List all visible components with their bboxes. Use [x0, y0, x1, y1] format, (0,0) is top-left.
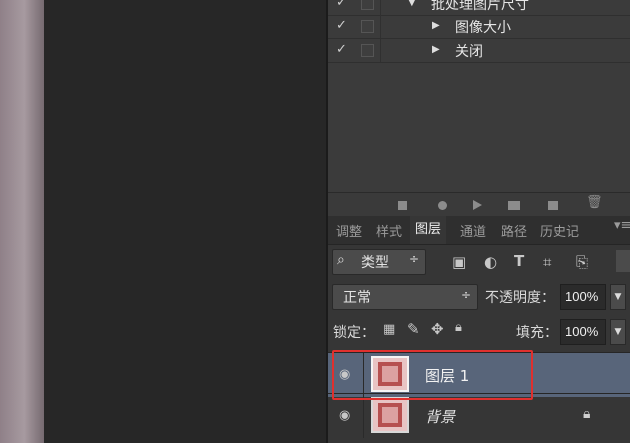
lock-label: 锁定：	[333, 325, 375, 341]
record-icon[interactable]	[438, 201, 447, 210]
trash-icon[interactable]: 🗑	[586, 195, 603, 210]
filter-kind-value: 类型	[361, 255, 389, 271]
action-row-close[interactable]: ✓ ▶ 关闭	[328, 39, 630, 63]
lock-all-icon[interactable]: 🔒︎	[455, 320, 462, 335]
actions-toolbar: 🗑	[328, 192, 630, 217]
tab-paths[interactable]: 路径	[501, 221, 527, 240]
action-step-label: 图像大小	[455, 20, 511, 36]
filter-type-icon[interactable]: T	[514, 252, 524, 270]
layers-panel: 调整 样式 图层 通道 路径 历史记 ▾≡ ⌕ 类型 ÷ ▣ ◐ T ⌗ ⎘ 正…	[328, 216, 630, 443]
filter-kind-select[interactable]: ⌕ 类型 ÷	[332, 249, 426, 275]
filter-toggle-switch[interactable]	[616, 250, 630, 272]
action-step-label: 关闭	[455, 44, 483, 60]
filter-adjustment-icon[interactable]: ◐	[484, 253, 497, 271]
toggle-dialog-box[interactable]	[361, 20, 374, 33]
layer-thumbnail	[371, 397, 409, 433]
row-separator	[380, 0, 381, 15]
tab-history[interactable]: 历史记	[540, 221, 579, 240]
stop-icon[interactable]	[398, 201, 407, 210]
row-separator	[380, 39, 381, 62]
tab-styles[interactable]: 样式	[376, 221, 402, 240]
panel-tabs: 调整 样式 图层 通道 路径 历史记 ▾≡	[328, 216, 630, 245]
row-separator	[380, 15, 381, 38]
actions-panel: ✓ ▼ 批处理图片尺寸 ✓ ▶ 图像大小 ✓ ▶ 关闭	[328, 0, 630, 192]
collapse-triangle-icon[interactable]: ▼	[408, 0, 416, 8]
chevron-down-icon[interactable]: ▼	[610, 284, 626, 310]
toggle-item-checkmark[interactable]: ✓	[336, 0, 348, 10]
tab-channels[interactable]: 通道	[460, 221, 486, 240]
play-icon[interactable]	[473, 200, 482, 210]
action-row-image-size[interactable]: ✓ ▶ 图像大小	[328, 15, 630, 39]
opacity-label: 不透明度：	[485, 290, 555, 306]
lock-image-pixels-icon[interactable]: ✎	[407, 320, 420, 338]
lock-icon: 🔒︎	[583, 406, 591, 422]
workspace-background	[44, 0, 326, 443]
tab-adjustments[interactable]: 调整	[336, 221, 362, 240]
filter-smart-object-icon[interactable]: ⎘	[576, 253, 588, 271]
toggle-item-checkmark[interactable]: ✓	[336, 18, 348, 33]
stepper-icon: ÷	[461, 288, 472, 302]
stepper-icon: ÷	[409, 252, 420, 266]
search-icon: ⌕	[337, 252, 345, 268]
visibility-eye-icon[interactable]: ◉	[339, 408, 353, 423]
filter-shape-icon[interactable]: ⌗	[543, 253, 551, 271]
chevron-down-icon[interactable]: ▼	[610, 319, 626, 345]
blend-mode-value: 正常	[343, 290, 371, 306]
lock-transparent-pixels-icon[interactable]: ▦	[383, 322, 395, 337]
filter-pixel-icon[interactable]: ▣	[452, 253, 466, 271]
document-canvas-edge	[0, 0, 44, 443]
layer-name[interactable]: 背景	[425, 406, 455, 427]
expand-triangle-icon[interactable]: ▶	[432, 44, 440, 55]
new-action-icon[interactable]	[548, 201, 558, 210]
blend-mode-select[interactable]: 正常 ÷	[332, 284, 478, 310]
toggle-dialog-box[interactable]	[361, 44, 374, 57]
action-set-label: 批处理图片尺寸	[431, 0, 529, 13]
row-separator	[363, 394, 364, 438]
panel-menu-icon[interactable]: ▾≡	[614, 218, 630, 233]
toggle-dialog-box[interactable]	[361, 0, 374, 10]
opacity-input[interactable]: 100%	[560, 284, 606, 310]
fill-label: 填充：	[516, 325, 558, 341]
lock-position-icon[interactable]: ✥	[431, 320, 444, 338]
expand-triangle-icon[interactable]: ▶	[432, 20, 440, 31]
annotation-highlight-box	[332, 350, 533, 400]
action-row-set[interactable]: ✓ ▼ 批处理图片尺寸	[328, 0, 630, 16]
toggle-item-checkmark[interactable]: ✓	[336, 42, 348, 57]
folder-icon[interactable]	[508, 201, 520, 210]
fill-input[interactable]: 100%	[560, 319, 606, 345]
tab-layers[interactable]: 图层	[410, 216, 447, 244]
